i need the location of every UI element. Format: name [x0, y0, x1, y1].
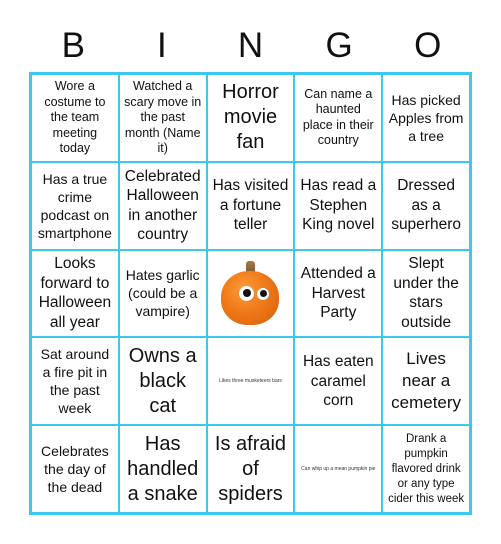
bingo-cell[interactable]: Dressed as a superhero	[382, 161, 470, 250]
header-letter-o: O	[414, 26, 442, 65]
bingo-board: Wore a costume to the team meeting today…	[29, 72, 472, 515]
cell-text: Celebrated Halloween in another country	[124, 167, 201, 244]
bingo-cell[interactable]: Likes three musketeers bars	[206, 337, 295, 426]
cell-text: Can name a haunted place in their countr…	[302, 86, 374, 148]
pumpkin-icon	[219, 259, 281, 327]
bingo-cell[interactable]: Attended a Harvest Party	[294, 249, 383, 338]
bingo-cell[interactable]: Has eaten caramel corn	[294, 337, 383, 426]
cell-text: Horror movie fan	[222, 81, 279, 154]
cell-text: Likes three musketeers bars	[219, 378, 282, 385]
bingo-header: B I N G O	[29, 22, 472, 70]
header-letter-b: B	[61, 26, 85, 65]
cell-text: Wore a costume to the team meeting today	[44, 79, 106, 156]
cell-text: Is afraid of spiders	[214, 432, 287, 505]
cell-text: Sat around a fire pit in the past week	[40, 346, 110, 417]
bingo-cell[interactable]: Horror movie fan	[206, 74, 295, 162]
bingo-cell[interactable]: Looks forward to Halloween all year	[31, 249, 119, 338]
cell-text: Celebrates the day of the dead	[41, 443, 109, 496]
bingo-cell[interactable]: Has handled a snake	[118, 425, 207, 513]
header-letter-n: N	[237, 26, 264, 65]
cell-text: Hates garlic (could be a vampire)	[125, 267, 200, 320]
header-letter-i: I	[157, 26, 167, 65]
bingo-cell[interactable]: Slept under the stars outside	[382, 249, 470, 338]
cell-text: Has picked Apples from a tree	[388, 91, 464, 144]
bingo-cell[interactable]: Is afraid of spiders	[206, 425, 295, 513]
cell-text: Has read a Stephen King novel	[300, 177, 377, 234]
bingo-cell[interactable]: Has read a Stephen King novel	[294, 161, 383, 250]
bingo-cell[interactable]: Drank a pumpkin flavored drink or any ty…	[382, 425, 470, 513]
cell-text: Drank a pumpkin flavored drink or any ty…	[388, 432, 465, 505]
cell-text: Attended a Harvest Party	[300, 265, 376, 322]
cell-text: Looks forward to Halloween all year	[38, 255, 112, 331]
free-space-cell[interactable]	[206, 249, 295, 338]
cell-text: Has eaten caramel corn	[302, 353, 374, 410]
bingo-cell[interactable]: Can name a haunted place in their countr…	[294, 74, 383, 162]
cell-text: Slept under the stars outside	[393, 255, 459, 331]
header-letter-g: G	[325, 26, 353, 65]
bingo-cell[interactable]: Lives near a cemetery	[382, 337, 470, 426]
cell-text: Has handled a snake	[127, 432, 199, 505]
bingo-cell[interactable]: Celebrates the day of the dead	[31, 425, 119, 513]
cell-text: Dressed as a superhero	[391, 177, 461, 234]
cell-text: Can whip up a mean pumpkin pie	[301, 466, 376, 473]
bingo-cell[interactable]: Has picked Apples from a tree	[382, 74, 470, 162]
bingo-cell[interactable]: Has visited a fortune teller	[206, 161, 295, 250]
cell-text: Lives near a cemetery	[391, 349, 462, 413]
cell-text: Watched a scary move in the past month (…	[124, 79, 202, 156]
bingo-cell[interactable]: Can whip up a mean pumpkin pie	[294, 425, 383, 513]
cell-text: Owns a black cat	[128, 344, 197, 417]
bingo-cell[interactable]: Hates garlic (could be a vampire)	[118, 249, 207, 338]
cell-text: Has visited a fortune teller	[212, 177, 289, 234]
bingo-cell[interactable]: Watched a scary move in the past month (…	[118, 74, 207, 162]
bingo-cell[interactable]: Owns a black cat	[118, 337, 207, 426]
bingo-cell[interactable]: Sat around a fire pit in the past week	[31, 337, 119, 426]
bingo-cell[interactable]: Celebrated Halloween in another country	[118, 161, 207, 250]
cell-text: Has a true crime podcast on smartphone	[37, 170, 112, 241]
bingo-cell[interactable]: Has a true crime podcast on smartphone	[31, 161, 119, 250]
bingo-cell[interactable]: Wore a costume to the team meeting today	[31, 74, 119, 162]
